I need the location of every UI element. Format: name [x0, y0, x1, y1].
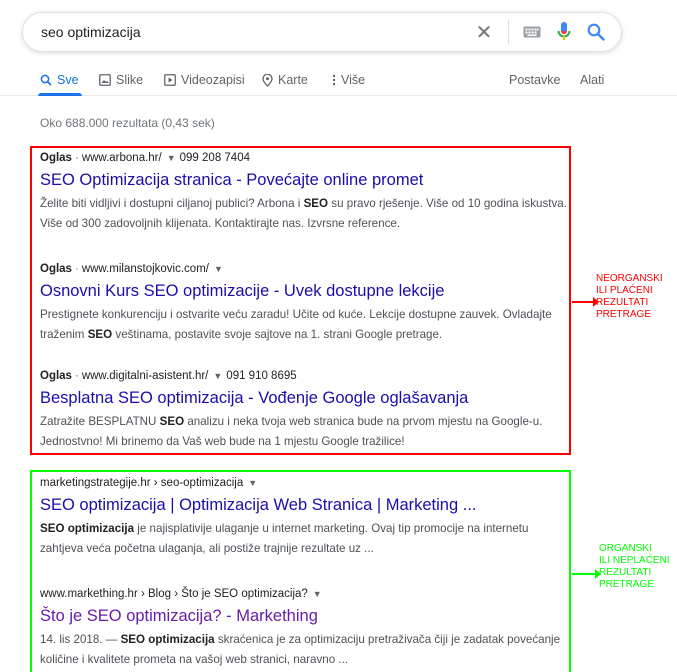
result-stats: Oko 688.000 rezultata (0,43 sek): [40, 116, 215, 130]
tab-videos[interactable]: Videozapisi: [164, 73, 245, 87]
search-input[interactable]: seo optimizacija: [41, 24, 472, 40]
microphone-icon[interactable]: [553, 20, 575, 44]
paid-results-highlight-box: [30, 146, 571, 455]
paid-annotation-arrow-icon: [572, 297, 599, 307]
annotation-line: ORGANSKI: [599, 543, 652, 554]
tab-label: Videozapisi: [181, 73, 245, 87]
active-tab-indicator: [38, 93, 82, 96]
video-icon: [164, 74, 176, 86]
organic-annotation-arrow-icon: [572, 569, 601, 579]
tab-more[interactable]: Više: [332, 73, 365, 87]
tab-maps[interactable]: Karte: [262, 73, 308, 87]
organic-results-highlight-box: [30, 470, 571, 672]
tab-label: Karte: [278, 73, 308, 87]
map-pin-icon: [262, 73, 273, 87]
image-icon: [99, 74, 111, 86]
annotation-line: PRETRAGE: [596, 309, 652, 320]
clear-search-icon[interactable]: ✕: [472, 20, 496, 44]
annotation-line: REZULTATI: [596, 297, 649, 308]
search-icon[interactable]: [585, 20, 607, 44]
organic-annotation-label: ORGANSKI ILI NEPLAĆENI REZULTATI PRETRAG…: [599, 543, 670, 591]
annotation-line: NEORGANSKI: [596, 273, 663, 284]
tab-label: Sve: [57, 73, 79, 87]
search-bar-divider: [508, 19, 509, 45]
annotation-line: REZULTATI: [599, 567, 652, 578]
settings-link[interactable]: Postavke: [509, 73, 560, 87]
keyboard-icon[interactable]: [519, 20, 545, 44]
annotation-line: ILI PLAĆENI: [596, 285, 653, 296]
search-tabs: Sve Slike Videozapisi Karte Više Postavk…: [0, 64, 677, 96]
paid-annotation-label: NEORGANSKI ILI PLAĆENI REZULTATI PRETRAG…: [596, 273, 663, 321]
annotation-line: PRETRAGE: [599, 579, 655, 590]
tab-label: Više: [341, 73, 366, 87]
search-icon: [40, 74, 52, 86]
tools-link[interactable]: Alati: [580, 73, 604, 87]
tab-label: Slike: [116, 73, 144, 87]
tab-all[interactable]: Sve: [40, 73, 79, 87]
tools-label: Alati: [580, 73, 605, 87]
search-bar[interactable]: seo optimizacija ✕: [22, 12, 622, 52]
more-vertical-icon: [332, 74, 336, 86]
annotation-line: ILI NEPLAĆENI: [599, 555, 670, 566]
tab-images[interactable]: Slike: [99, 73, 143, 87]
settings-label: Postavke: [509, 73, 561, 87]
